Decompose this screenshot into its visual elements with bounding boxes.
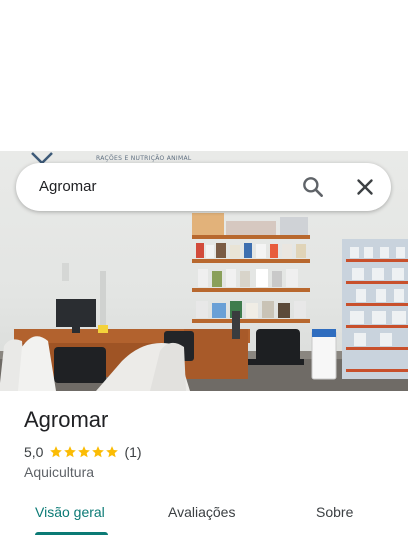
search-icon[interactable] <box>300 174 326 200</box>
tab-overview[interactable]: Visão geral <box>35 504 105 520</box>
review-count[interactable]: (1) <box>124 444 141 460</box>
close-icon[interactable] <box>352 174 378 200</box>
place-category[interactable]: Aquicultura <box>24 464 94 480</box>
active-tab-indicator <box>35 532 108 535</box>
place-title: Agromar <box>24 407 109 432</box>
star-icon <box>50 446 63 458</box>
star-icon <box>64 446 77 458</box>
tab-about[interactable]: Sobre <box>316 504 353 520</box>
search-box[interactable]: Agromar <box>16 163 391 211</box>
tab-reviews[interactable]: Avaliações <box>168 504 235 520</box>
rating-row[interactable]: 5,0 (1) <box>24 443 142 461</box>
star-icon <box>92 446 105 458</box>
star-rating <box>49 445 119 459</box>
store-sign-text: RAÇÕES E NUTRIÇÃO ANIMAL <box>96 155 192 162</box>
tab-bar: Visão geral Avaliações Sobre <box>0 492 408 542</box>
search-input[interactable]: Agromar <box>39 178 97 195</box>
star-icon <box>78 446 91 458</box>
rating-value: 5,0 <box>24 444 44 460</box>
star-icon <box>106 446 119 458</box>
